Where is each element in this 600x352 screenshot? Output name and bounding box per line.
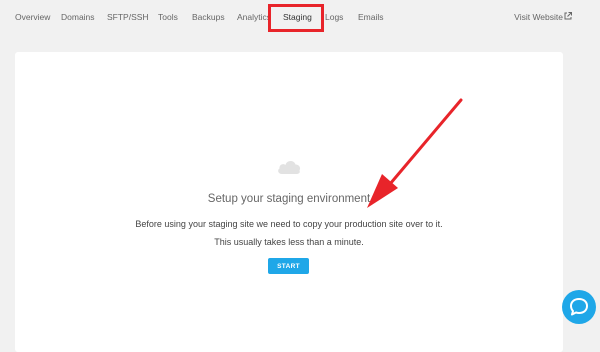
tab-domains[interactable]: Domains — [61, 12, 95, 22]
tab-backups[interactable]: Backups — [192, 12, 225, 22]
tab-emails[interactable]: Emails — [358, 12, 384, 22]
tab-analytics[interactable]: Analytics — [237, 12, 271, 22]
chat-button[interactable] — [562, 290, 596, 324]
staging-description-line1: Before using your staging site we need t… — [135, 219, 443, 229]
tab-tools[interactable]: Tools — [158, 12, 178, 22]
staging-description-line2: This usually takes less than a minute. — [214, 237, 364, 247]
staging-highlight-annotation — [268, 4, 324, 32]
tab-sftp-ssh[interactable]: SFTP/SSH — [107, 12, 149, 22]
staging-heading: Setup your staging environment — [207, 193, 371, 205]
start-button[interactable]: START — [268, 258, 309, 274]
visit-website-link[interactable]: Visit Website — [514, 12, 563, 22]
cloud-icon — [278, 160, 301, 174]
tab-logs[interactable]: Logs — [325, 12, 343, 22]
tab-overview[interactable]: Overview — [15, 12, 50, 22]
top-navigation: Overview Domains SFTP/SSH Tools Backups … — [0, 0, 600, 36]
chat-bubble-icon — [570, 298, 588, 316]
external-link-icon[interactable] — [563, 11, 573, 21]
